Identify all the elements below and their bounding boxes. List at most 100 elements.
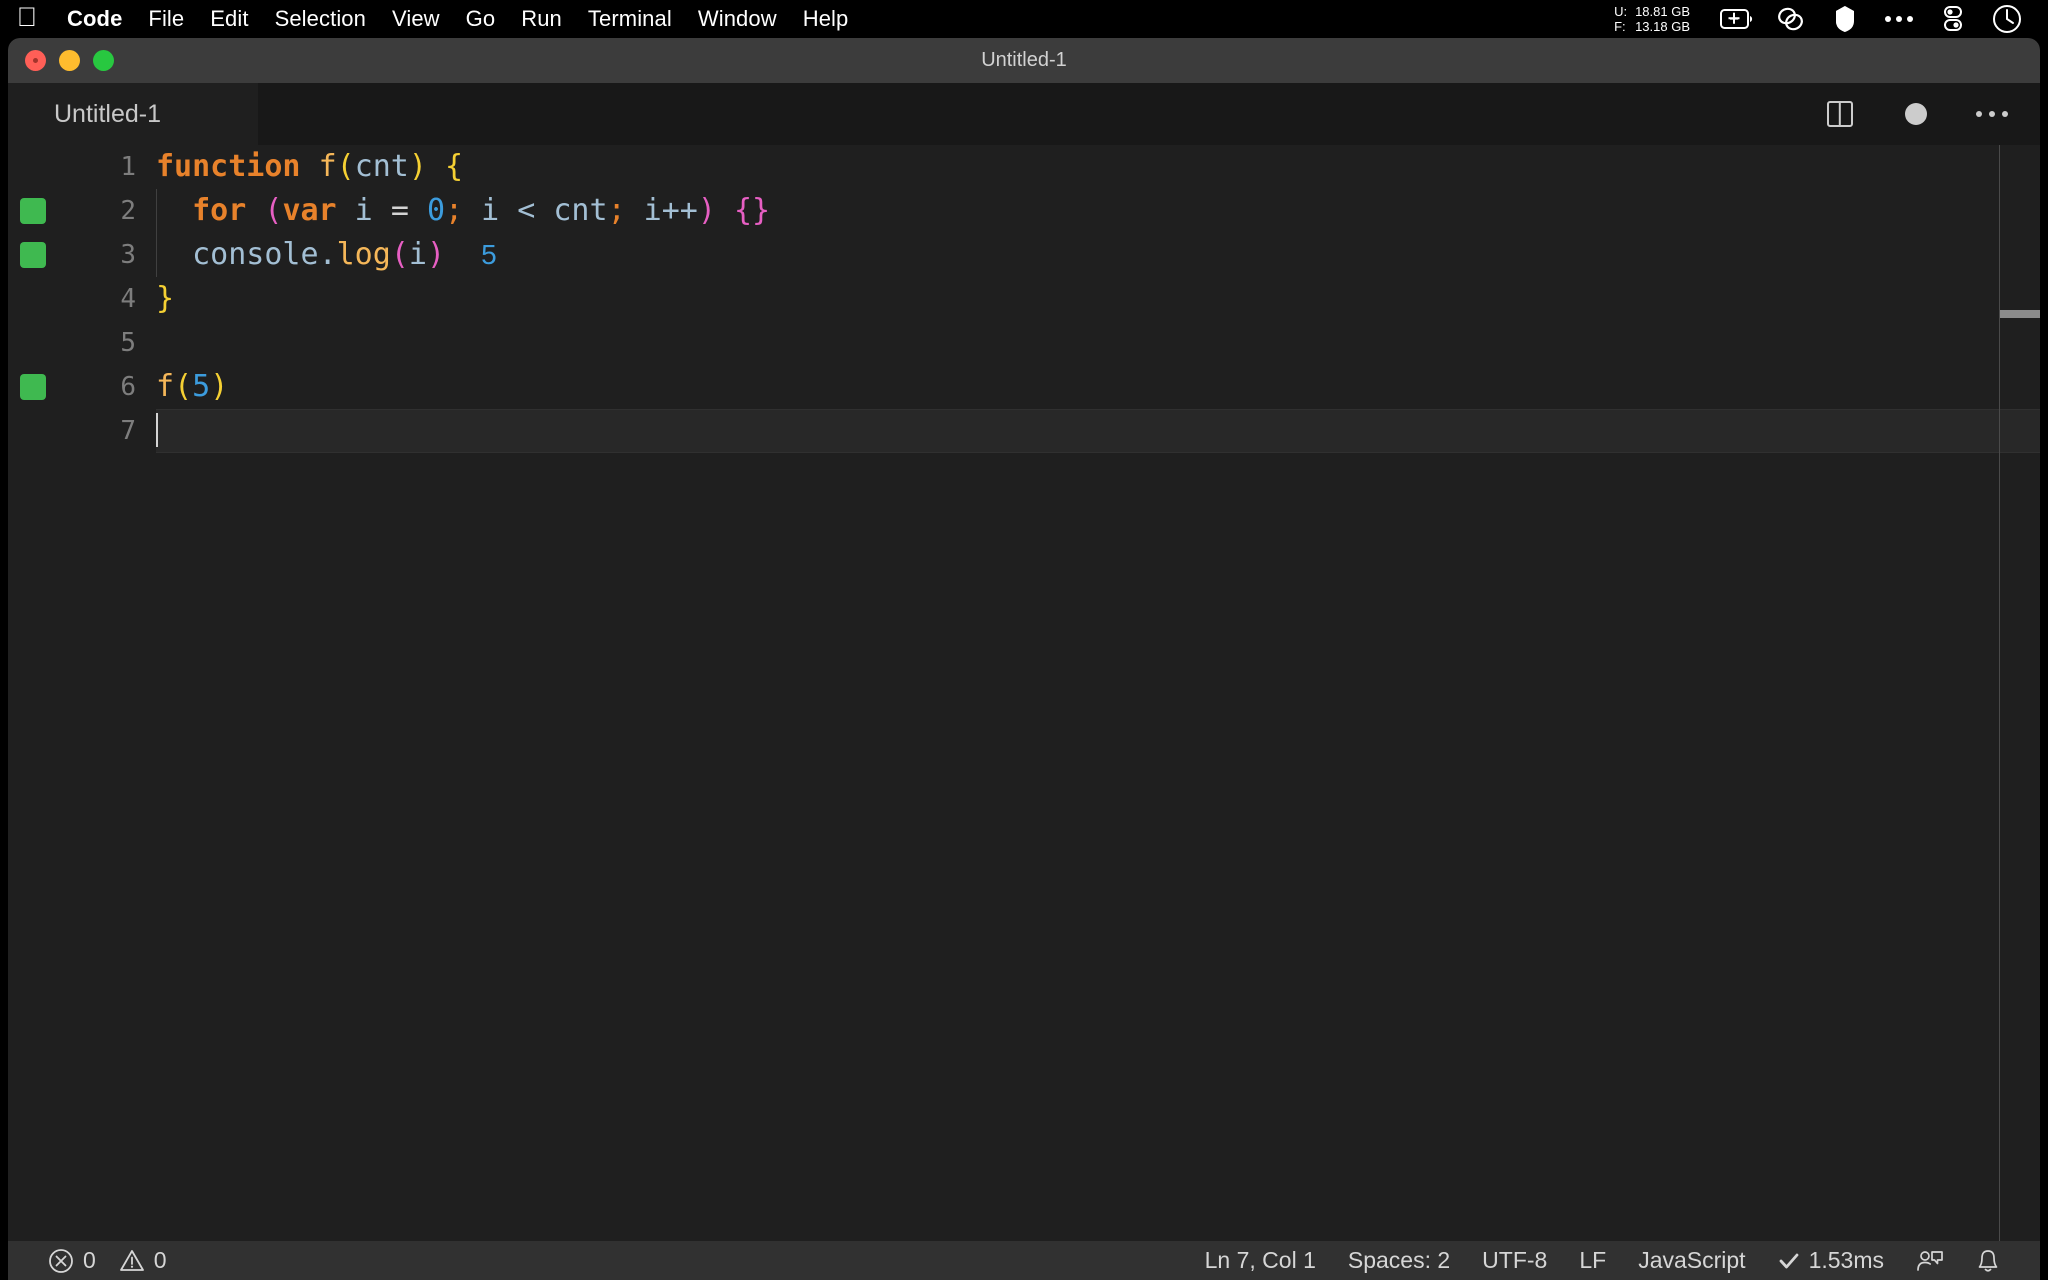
coverage-marker-icon[interactable] [20,198,46,224]
code-line-7[interactable]: 7 [8,409,2040,453]
memory-free-key: F: [1614,19,1628,34]
menu-item-file[interactable]: File [135,6,197,32]
menu-item-selection[interactable]: Selection [262,6,379,32]
shield-icon[interactable] [1818,0,1872,38]
menu-item-edit[interactable]: Edit [197,6,261,32]
menu-item-view[interactable]: View [379,6,453,32]
line-number-1: 1 [74,152,136,182]
token-variable-i: i [337,193,391,228]
editor-action-bar [1820,83,2022,145]
token-semicolon: ; [445,193,463,228]
token-number-0: 0 [427,193,445,228]
text-cursor [156,413,158,447]
menu-item-help[interactable]: Help [790,6,862,32]
code-line-2[interactable]: 2 for (var i = 0; i < cnt; i++) {} [8,189,2040,233]
menu-item-run[interactable]: Run [508,6,575,32]
code-content-2: for (var i = 0; i < cnt; i++) {} [156,189,770,233]
window-title-bar: Untitled-1 [8,38,2040,83]
apple-icon[interactable]:  [0,4,54,35]
control-center-icon[interactable] [1926,0,1980,38]
token-paren-open: ( [337,149,355,184]
status-bar-left: 0 0 [8,1247,183,1274]
feedback-button[interactable] [1900,1248,1960,1274]
encoding-button[interactable]: UTF-8 [1466,1247,1563,1274]
line-number-6: 6 [74,372,136,402]
menu-item-code[interactable]: Code [54,6,135,32]
line-number-4: 4 [74,284,136,314]
notifications-button[interactable] [1960,1248,2016,1274]
inline-value-hint: 5 [481,239,497,270]
problems-button[interactable]: 0 0 [32,1247,183,1274]
run-status-button[interactable]: 1.53ms [1762,1247,1900,1274]
memory-free-value: 13.18 GB [1635,19,1690,34]
status-bar: 0 0 Ln 7, Col 1 Spaces: 2 UTF-8 LF JavaS… [8,1241,2040,1280]
indentation-button[interactable]: Spaces: 2 [1332,1247,1466,1274]
token-paren-close: ) [427,237,445,272]
code-content-1: function f(cnt) { [156,145,463,189]
glyph-margin-6[interactable] [8,374,74,400]
token-keyword-var: var [282,193,336,228]
token-operator-assign: = [391,193,427,228]
link-icon[interactable] [1764,0,1818,38]
tab-label: Untitled-1 [54,100,161,129]
token-brace-close: } [156,281,174,316]
error-count: 0 [83,1247,96,1274]
token-paren-close: ) [210,369,228,404]
token-dot: . [319,237,337,272]
line-number-7: 7 [74,416,136,446]
token-indent [156,193,192,228]
token-condition: i < cnt [463,193,608,228]
token-space [427,149,445,184]
menu-item-window[interactable]: Window [685,6,790,32]
token-keyword-function: function [156,149,301,184]
code-line-4[interactable]: 4 } [8,277,2040,321]
unsaved-indicator[interactable] [1896,94,1936,134]
glyph-margin-2[interactable] [8,198,74,224]
eol-button[interactable]: LF [1563,1247,1622,1274]
feedback-person-icon [1916,1248,1944,1274]
glyph-margin-3[interactable] [8,242,74,268]
token-function-name: f [319,149,337,184]
editor-scrollbar[interactable] [1982,145,2040,1241]
code-editor[interactable]: 1 function f(cnt) { 2 for (var i = 0; i … [8,145,2040,1241]
token-paren-close: ) [698,193,716,228]
token-space [716,193,734,228]
coverage-marker-icon[interactable] [20,242,46,268]
token-keyword-for: for [192,193,246,228]
more-actions-button[interactable] [1972,94,2012,134]
status-bar-right: Ln 7, Col 1 Spaces: 2 UTF-8 LF JavaScrip… [1189,1247,2040,1274]
menu-bar-tray: U: 18.81 GB F: 13.18 GB [1614,0,2048,38]
clock-icon[interactable] [1980,0,2034,38]
coverage-marker-icon[interactable] [20,374,46,400]
code-line-5[interactable]: 5 [8,321,2040,365]
token-number-5: 5 [192,369,210,404]
warning-count: 0 [154,1247,167,1274]
token-method-log: log [337,237,391,272]
language-mode-button[interactable]: JavaScript [1622,1247,1761,1274]
token-paren-open: ( [174,369,192,404]
memory-used-value: 18.81 GB [1635,4,1690,19]
token-paren-close: ) [409,149,427,184]
bell-icon [1976,1248,2000,1274]
memory-usage-indicator[interactable]: U: 18.81 GB F: 13.18 GB [1614,4,1690,34]
vscode-window: Untitled-1 Untitled-1 1 function f(cnt) … [8,38,2040,1280]
token-param-cnt: cnt [355,149,409,184]
error-circle-icon [48,1248,74,1274]
battery-icon[interactable] [1710,0,1764,38]
ellipsis-icon [1976,111,2008,117]
token-argument-i: i [409,237,427,272]
ellipsis-icon[interactable] [1872,0,1926,38]
scrollbar-thumb[interactable] [2000,310,2040,318]
code-line-1[interactable]: 1 function f(cnt) { [8,145,2040,189]
code-line-3[interactable]: 3 console.log(i) 5 [8,233,2040,277]
tab-bar-empty-space [258,83,2040,145]
run-status-time: 1.53ms [1809,1247,1884,1274]
code-line-6[interactable]: 6 f(5) [8,365,2040,409]
tab-untitled-1[interactable]: Untitled-1 [8,83,258,145]
cursor-position-button[interactable]: Ln 7, Col 1 [1189,1247,1332,1274]
token-increment: i++ [626,193,698,228]
menu-item-terminal[interactable]: Terminal [575,6,685,32]
menu-item-go[interactable]: Go [453,6,509,32]
token-paren-open: ( [264,193,282,228]
split-editor-button[interactable] [1820,94,1860,134]
